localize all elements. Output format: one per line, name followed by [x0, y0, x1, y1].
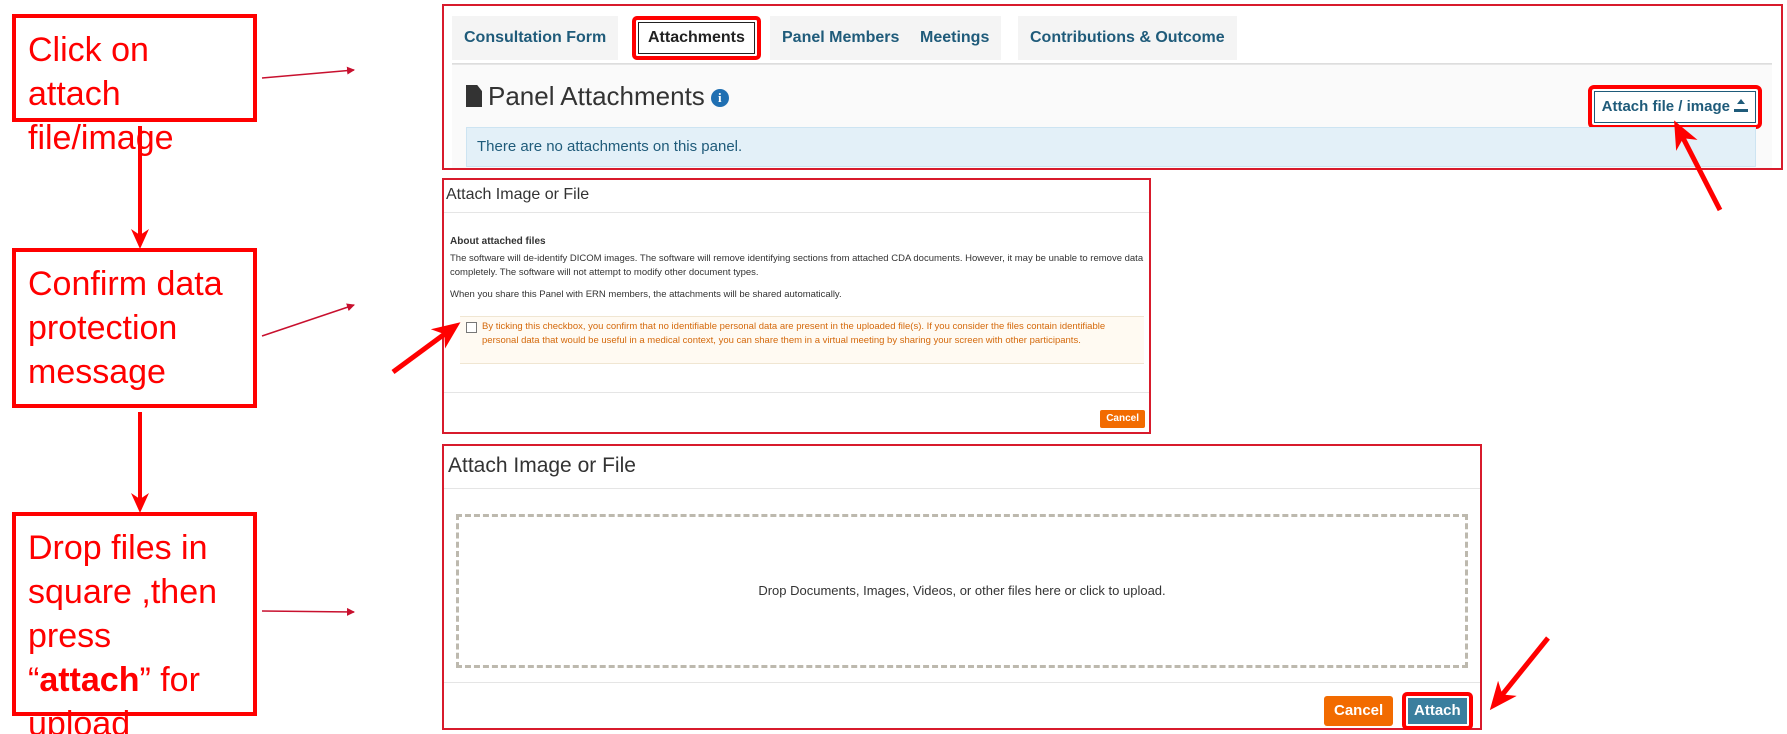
instruction-step-2-text: Confirm data protection message	[28, 265, 223, 391]
file-dropzone[interactable]: Drop Documents, Images, Videos, or other…	[456, 514, 1468, 668]
modal-title: Attach Image or File	[446, 186, 590, 203]
modal-divider	[444, 212, 1149, 213]
panel-title: Panel Attachments i	[466, 81, 729, 112]
connector-step-3	[261, 607, 355, 616]
pointer-attach-button	[1489, 636, 1550, 711]
cancel-button[interactable]: Cancel	[1100, 410, 1145, 428]
modal-footer-divider	[444, 392, 1149, 393]
tab-meetings[interactable]: Meetings	[908, 16, 1002, 60]
share-text: When you share this Panel with ERN membe…	[450, 289, 842, 300]
attach-file-image-button[interactable]: Attach file / image	[1587, 85, 1762, 129]
about-heading: About attached files	[450, 236, 546, 247]
consent-text: By ticking this checkbox, you confirm th…	[482, 321, 1106, 346]
upload-cancel-button[interactable]: Cancel	[1324, 696, 1394, 726]
about-text: The software will de-identify DICOM imag…	[450, 253, 1144, 278]
instruction-step-1: Click on attach file/image	[12, 14, 257, 157]
upload-modal-title: Attach Image or File	[448, 454, 636, 477]
upload-icon	[1734, 99, 1748, 112]
info-icon[interactable]: i	[710, 89, 729, 107]
upload-modal-footer-divider	[444, 682, 1480, 683]
tab-panel-members[interactable]: Panel Members	[770, 16, 912, 60]
panel-header: Panel Attachments i Attach file / image T…	[452, 64, 1772, 168]
attach-button[interactable]: Attach	[1402, 692, 1473, 730]
panel-title-text: Panel Attachments	[488, 81, 705, 111]
instruction-step-2: Confirm data protection message	[12, 248, 257, 408]
tab-consultation-form[interactable]: Consultation Form	[452, 16, 619, 60]
panel-attachments-section: Consultation Form Attachments Panel Memb…	[442, 4, 1783, 170]
instruction-step-3: Drop files in square ,then press “attach…	[12, 512, 257, 734]
connector-step-2	[261, 303, 355, 337]
tab-contributions-outcome[interactable]: Contributions & Outcome	[1018, 16, 1237, 60]
instruction-step-3-keyword: attach	[39, 661, 140, 699]
document-icon	[466, 85, 482, 107]
attach-file-image-label: Attach file / image	[1601, 98, 1730, 115]
tab-bar: Consultation Form Attachments Panel Memb…	[452, 12, 1772, 64]
consent-box: By ticking this checkbox, you confirm th…	[460, 316, 1144, 364]
tab-attachments[interactable]: Attachments	[632, 16, 761, 60]
confirm-data-protection-modal: Attach Image or File About attached file…	[442, 178, 1151, 434]
upload-modal-divider	[444, 488, 1480, 489]
connector-step-1	[261, 66, 355, 79]
consent-checkbox[interactable]	[466, 322, 477, 333]
instruction-step-1-text: Click on attach file/image	[28, 31, 174, 157]
no-attachments-alert: There are no attachments on this panel.	[466, 127, 1756, 167]
upload-modal: Attach Image or File Drop Documents, Ima…	[442, 444, 1482, 730]
